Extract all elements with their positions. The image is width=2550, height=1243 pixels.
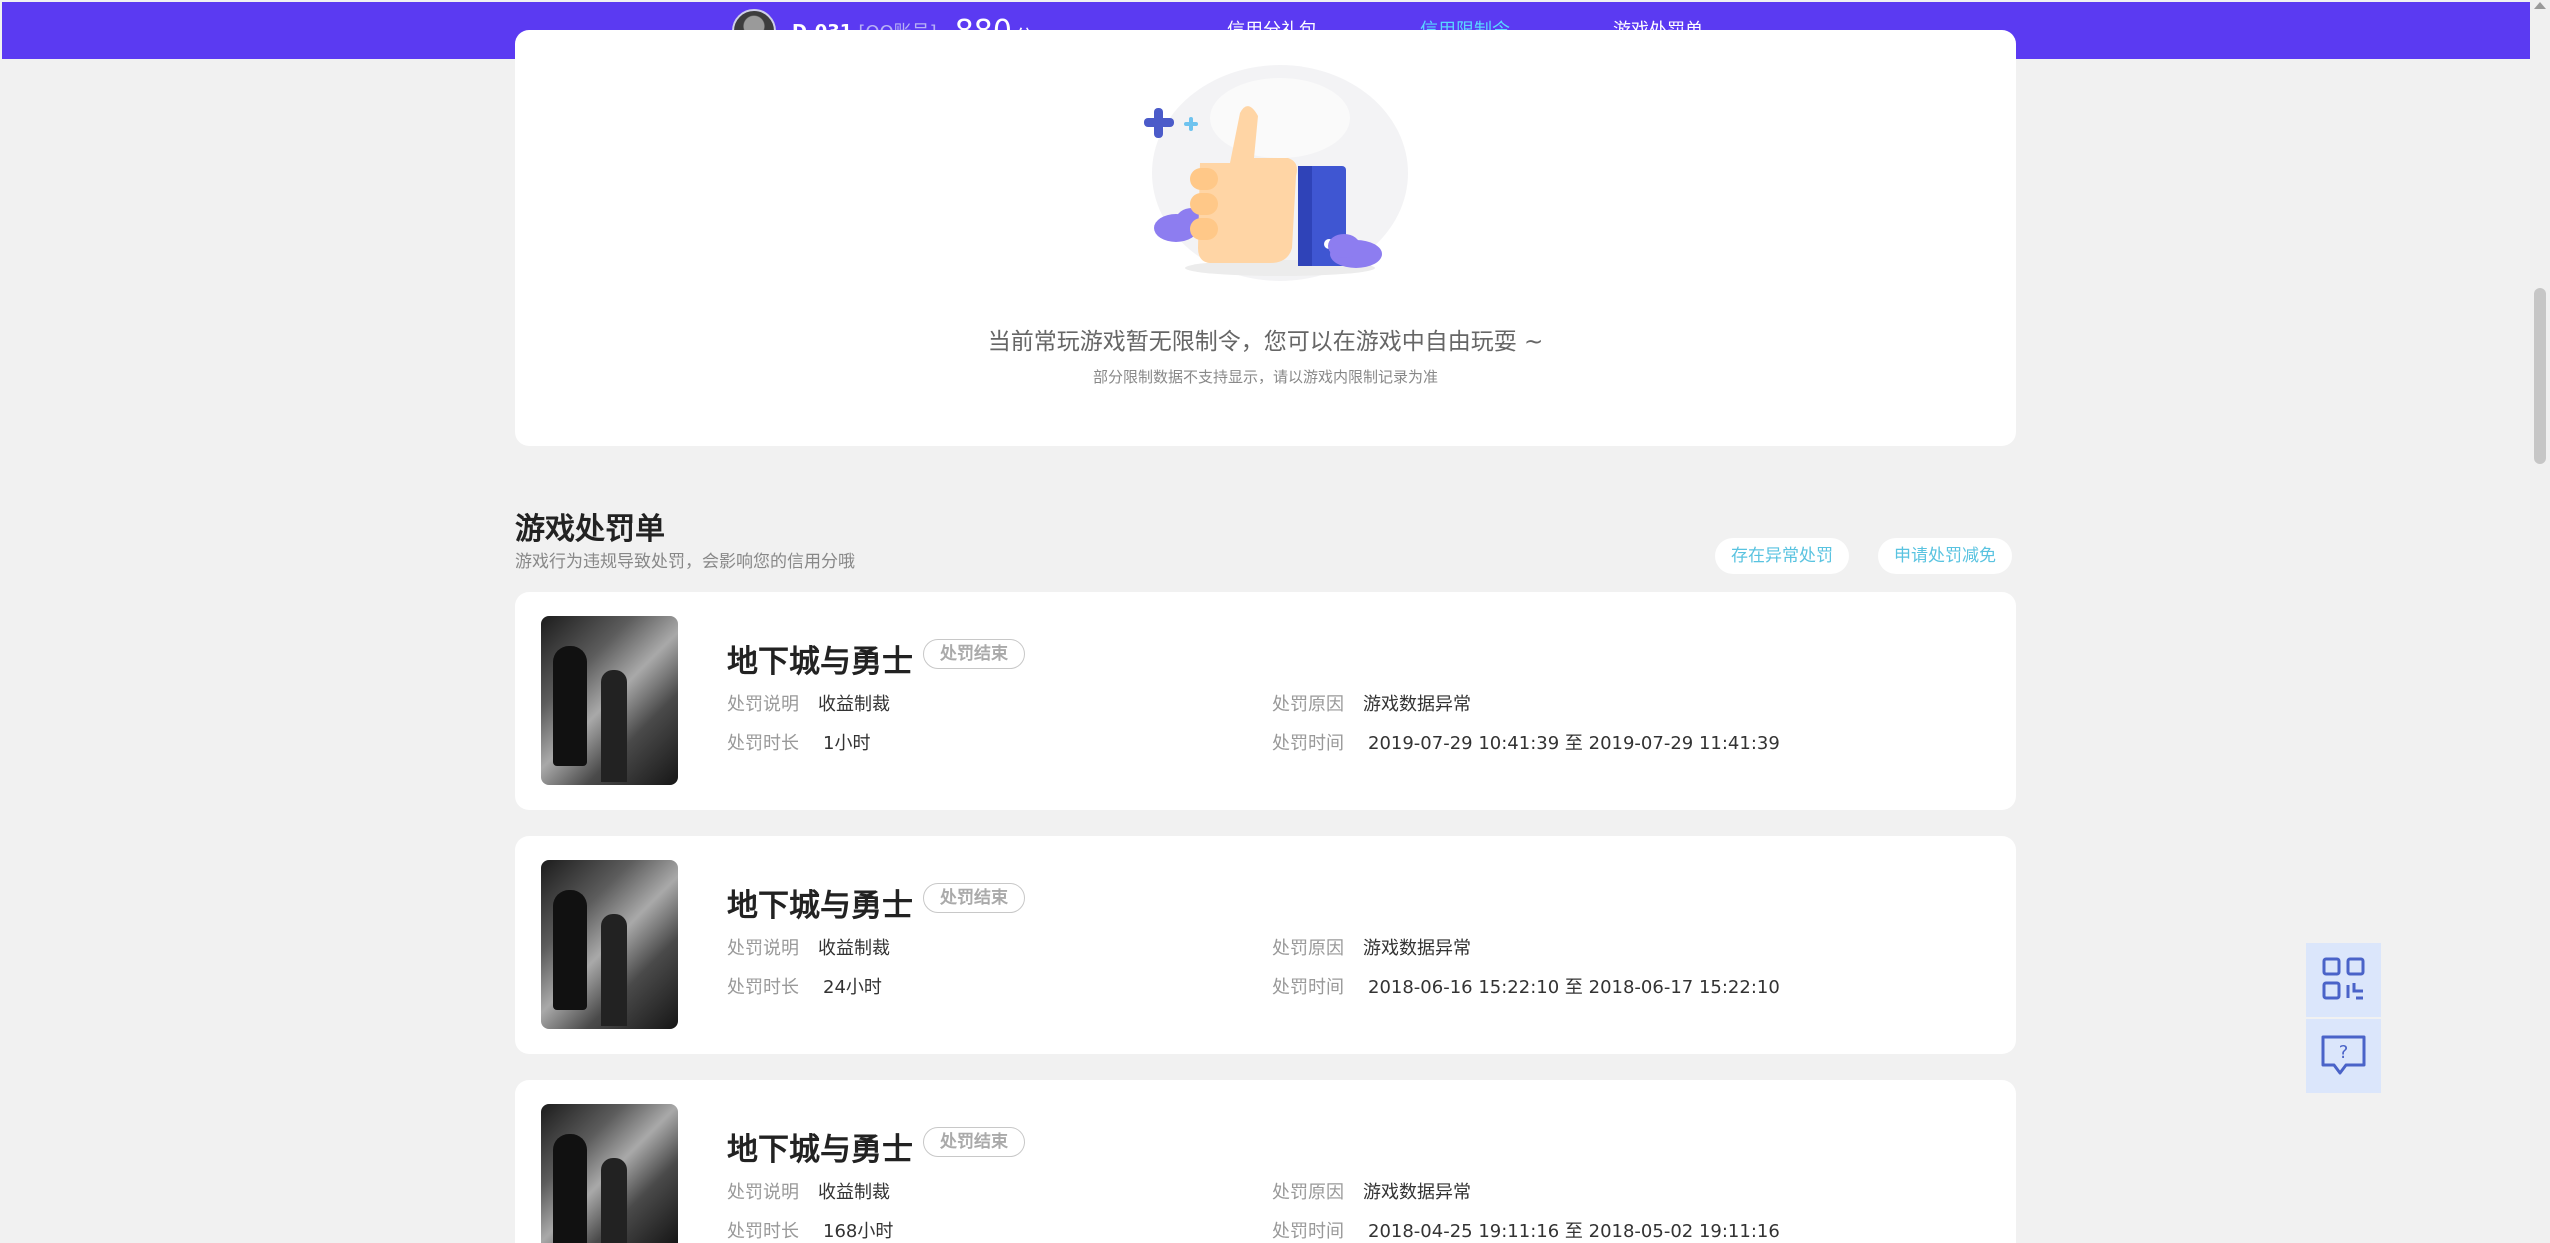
scrollbar-thumb[interactable] bbox=[2534, 288, 2546, 464]
status-badge: 处罚结束 bbox=[923, 1127, 1025, 1157]
penalty-card[interactable]: 地下城与勇士 处罚结束 处罚说明 收益制裁 处罚时长 1小时 处罚原因 游戏数据… bbox=[515, 592, 2016, 810]
abnormal-penalty-button[interactable]: 存在异常处罚 bbox=[1715, 538, 1849, 574]
svg-text:?: ? bbox=[2339, 1042, 2349, 1063]
desc-label: 处罚说明 bbox=[727, 694, 799, 715]
time-label: 处罚时间 bbox=[1272, 733, 1344, 754]
thumbs-up-illustration bbox=[1144, 65, 1408, 281]
penalty-card[interactable]: 地下城与勇士 处罚结束 处罚说明 收益制裁 处罚时长 24小时 处罚原因 游戏数… bbox=[515, 836, 2016, 1054]
reason-value: 游戏数据异常 bbox=[1363, 1182, 1471, 1203]
duration-label: 处罚时长 bbox=[727, 977, 799, 998]
desc-value: 收益制裁 bbox=[818, 938, 890, 959]
desc-value: 收益制裁 bbox=[818, 694, 890, 715]
status-badge: 处罚结束 bbox=[923, 883, 1025, 913]
game-thumbnail bbox=[541, 1104, 678, 1243]
section-subtitle: 游戏行为违规导致处罚，会影响您的信用分哦 bbox=[515, 552, 855, 572]
desc-label: 处罚说明 bbox=[727, 938, 799, 959]
duration-value: 168小时 bbox=[823, 1221, 894, 1242]
scrollbar[interactable] bbox=[2530, 0, 2550, 1243]
reason-label: 处罚原因 bbox=[1272, 694, 1344, 715]
reason-value: 游戏数据异常 bbox=[1363, 694, 1471, 715]
help-chat-icon: ? bbox=[2321, 1035, 2366, 1075]
duration-label: 处罚时长 bbox=[727, 1221, 799, 1242]
penalty-card[interactable]: 地下城与勇士 处罚结束 处罚说明 收益制裁 处罚时长 168小时 处罚原因 游戏… bbox=[515, 1080, 2016, 1243]
game-name: 地下城与勇士 bbox=[727, 888, 913, 924]
duration-value: 1小时 bbox=[823, 733, 871, 754]
help-button[interactable]: ? bbox=[2306, 1019, 2381, 1093]
reason-label: 处罚原因 bbox=[1272, 1182, 1344, 1203]
qr-code-button[interactable] bbox=[2306, 943, 2381, 1017]
apply-reduction-button[interactable]: 申请处罚减免 bbox=[1878, 538, 2012, 574]
time-value: 2018-04-25 19:11:16 至 2018-05-02 19:11:1… bbox=[1368, 1221, 1780, 1242]
status-badge: 处罚结束 bbox=[923, 639, 1025, 669]
no-restriction-message: 当前常玩游戏暂无限制令，您可以在游戏中自由玩耍 ~ bbox=[987, 329, 1544, 355]
duration-value: 24小时 bbox=[823, 977, 882, 998]
desc-label: 处罚说明 bbox=[727, 1182, 799, 1203]
reason-value: 游戏数据异常 bbox=[1363, 938, 1471, 959]
game-name: 地下城与勇士 bbox=[727, 1132, 913, 1168]
qr-code-icon bbox=[2322, 957, 2365, 1000]
restriction-note: 部分限制数据不支持显示，请以游戏内限制记录为准 bbox=[1092, 368, 1438, 386]
time-label: 处罚时间 bbox=[1272, 977, 1344, 998]
duration-label: 处罚时长 bbox=[727, 733, 799, 754]
time-value: 2018-06-16 15:22:10 至 2018-06-17 15:22:1… bbox=[1368, 977, 1780, 998]
scroll-up-icon[interactable] bbox=[2534, 2, 2546, 9]
reason-label: 处罚原因 bbox=[1272, 938, 1344, 959]
game-thumbnail bbox=[541, 860, 678, 1029]
desc-value: 收益制裁 bbox=[818, 1182, 890, 1203]
time-value: 2019-07-29 10:41:39 至 2019-07-29 11:41:3… bbox=[1368, 733, 1780, 754]
game-thumbnail bbox=[541, 616, 678, 785]
section-title: 游戏处罚单 bbox=[515, 512, 665, 547]
game-name: 地下城与勇士 bbox=[727, 644, 913, 680]
time-label: 处罚时间 bbox=[1272, 1221, 1344, 1242]
